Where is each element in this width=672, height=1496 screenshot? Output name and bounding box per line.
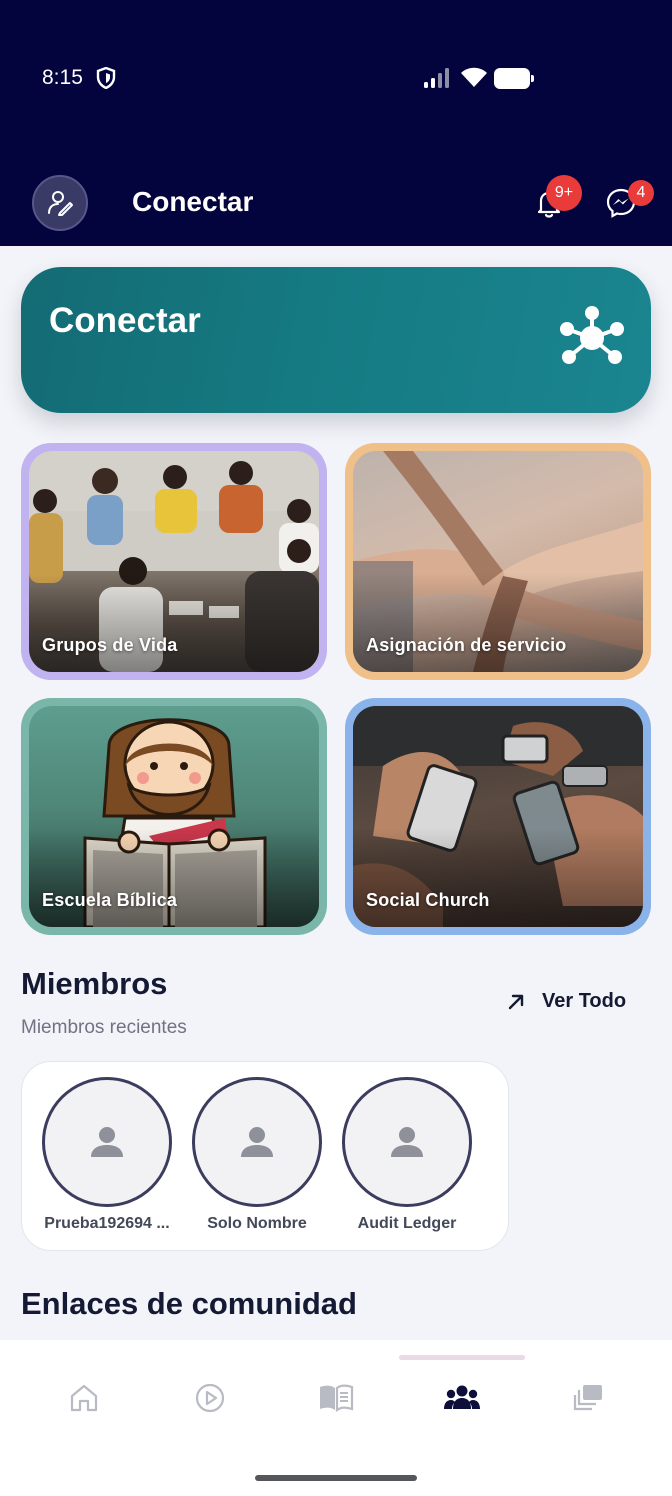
home-indicator: [255, 1475, 417, 1481]
user-edit-icon: [48, 191, 73, 216]
avatar: [192, 1077, 322, 1207]
home-icon: [70, 1384, 98, 1412]
members-subtitle: Miembros recientes: [21, 1017, 187, 1038]
arrow-up-right-icon: [508, 994, 524, 1009]
nav-bible[interactable]: [316, 1378, 356, 1418]
card-image: Asignación de servicio: [353, 451, 643, 672]
member-item[interactable]: Solo Nombre: [192, 1077, 322, 1233]
shield-icon: [96, 67, 116, 89]
card-image: Grupos de Vida: [29, 451, 319, 672]
member-name: Solo Nombre: [207, 1215, 307, 1232]
bottom-nav: [0, 1340, 672, 1496]
avatar: [342, 1077, 472, 1207]
nav-home[interactable]: [64, 1378, 104, 1418]
member-item[interactable]: Audit Ledger: [342, 1077, 472, 1233]
see-all-label: Ver Todo: [542, 990, 627, 1012]
page-title: Conectar: [132, 186, 254, 217]
member-name: Audit Ledger: [357, 1215, 457, 1232]
battery-icon: [494, 68, 534, 89]
avatar: [42, 1077, 172, 1207]
play-circle-icon: [195, 1383, 225, 1413]
member-item[interactable]: Prueba192694 ...: [42, 1077, 172, 1233]
active-tab-indicator: [399, 1355, 525, 1360]
nav-more[interactable]: [568, 1378, 608, 1418]
messages-badge: 4: [628, 180, 654, 206]
network-icon: [560, 306, 624, 364]
nav-connect[interactable]: [442, 1378, 482, 1418]
card-label: Grupos de Vida: [42, 635, 178, 655]
banner-title: Conectar: [49, 301, 201, 340]
card-escuela-biblica[interactable]: Escuela Bíblica: [21, 698, 327, 935]
nav-media[interactable]: [190, 1378, 230, 1418]
profile-button[interactable]: [32, 175, 88, 231]
notifications-badge: 9+: [546, 175, 582, 211]
app-header: 8:15 Conectar 9+ 4: [0, 0, 672, 246]
layers-icon: [573, 1385, 602, 1411]
card-grupos-de-vida[interactable]: Grupos de Vida: [21, 443, 327, 680]
members-title: Miembros: [21, 966, 168, 1001]
signal-icon: [424, 68, 449, 88]
card-image: Escuela Bíblica: [29, 706, 319, 927]
community-links-title: Enlaces de comunidad: [21, 1286, 357, 1321]
book-icon: [320, 1384, 354, 1413]
card-label: Escuela Bíblica: [42, 890, 178, 910]
user-placeholder-icon: [391, 1127, 423, 1157]
people-group-icon: [444, 1385, 480, 1409]
card-label: Social Church: [366, 890, 490, 910]
card-social-church[interactable]: Social Church: [345, 698, 651, 935]
status-time: 8:15: [42, 66, 83, 89]
conectar-banner[interactable]: Conectar: [21, 267, 651, 413]
recent-members-card: Prueba192694 ... Solo Nombre Audit Ledge…: [21, 1061, 509, 1251]
card-image: Social Church: [353, 706, 643, 927]
see-all-members-link[interactable]: Ver Todo: [506, 990, 626, 1013]
wifi-icon: [461, 67, 487, 87]
member-name: Prueba192694 ...: [44, 1215, 170, 1232]
user-placeholder-icon: [241, 1127, 273, 1157]
card-asignacion-de-servicio[interactable]: Asignación de servicio: [345, 443, 651, 680]
card-label: Asignación de servicio: [366, 635, 567, 655]
user-placeholder-icon: [91, 1127, 123, 1157]
